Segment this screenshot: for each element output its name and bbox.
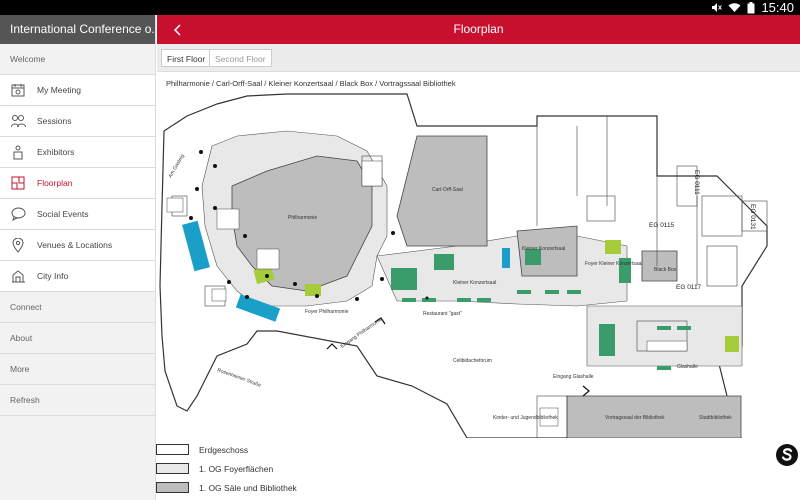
exhibitor-icon	[10, 144, 26, 160]
tab-second-floor[interactable]: Second Floor	[209, 49, 272, 67]
floorplan-map[interactable]: Philharmonie Carl-Orff-Saal Kleiner Konz…	[157, 86, 800, 438]
legend-swatch	[156, 444, 189, 455]
label-eg-0111: EG 0111	[693, 170, 700, 195]
label-foyer-phil: Foyer Philharmonie	[305, 309, 349, 315]
label-foyer-kleiner: Foyer Kleiner Konzertsaal	[585, 261, 643, 267]
wifi-icon	[728, 3, 741, 12]
label-kleiner-2: Kleiner Konzertsaal	[453, 280, 496, 286]
legend-swatch	[156, 463, 189, 474]
status-bar: 15:40	[0, 0, 800, 15]
sidebar-item-label: Floorplan	[37, 178, 73, 188]
sidebar-item-label: Social Events	[37, 209, 89, 219]
legend-item: 1. OG Foyerflächen	[156, 459, 297, 478]
sidebar-item-social-events[interactable]: Social Events	[0, 199, 155, 230]
back-button[interactable]	[167, 15, 187, 44]
label-black-box: Black Box	[654, 267, 677, 273]
label-eg-0115: EG 0115	[649, 222, 675, 229]
label-eg-0117: EG 0117	[676, 284, 702, 291]
label-kleiner: Kleiner Konzertsaal	[522, 246, 565, 252]
label-restaurant: Restaurant "gast"	[423, 311, 462, 317]
city-icon	[10, 268, 26, 284]
label-kinder: Kinder- und Jugendbibliothek	[493, 415, 558, 421]
label-celibidache: Celibidacheforum	[453, 358, 492, 364]
sidebar-item-label: City Info	[37, 271, 69, 281]
tab-first-floor[interactable]: First Floor	[161, 49, 212, 67]
sidebar-section-about[interactable]: About	[0, 323, 155, 354]
map-legend: Erdgeschoss 1. OG Foyerflächen 1. OG Säl…	[156, 440, 297, 497]
chat-bubble-icon	[10, 206, 26, 222]
sidebar-item-my-meeting[interactable]: My Meeting	[0, 75, 155, 106]
sidebar-item-label: My Meeting	[37, 85, 81, 95]
mute-icon	[712, 3, 723, 12]
location-pin-icon	[10, 237, 26, 253]
label-eingang-glashalle: Eingang Glashalle	[553, 374, 594, 380]
header-bar: Floorplan	[157, 15, 800, 44]
chevron-left-icon	[173, 23, 181, 36]
label-eg-0131: EG 0131	[749, 204, 756, 230]
sidebar-section-welcome[interactable]: Welcome	[0, 44, 155, 75]
clock: 15:40	[761, 0, 794, 15]
sidebar: International Conference o... Welcome My…	[0, 15, 156, 500]
people-icon	[10, 113, 26, 129]
sidebar-item-sessions[interactable]: Sessions	[0, 106, 155, 137]
legend-label: 1. OG Säle und Bibliothek	[199, 482, 297, 493]
legend-item: 1. OG Säle und Bibliothek	[156, 478, 297, 497]
legend-item: Erdgeschoss	[156, 440, 297, 459]
label-glashalle: Glashalle	[677, 364, 698, 370]
label-carl-orff: Carl-Orff-Saal	[432, 187, 463, 193]
sidebar-item-label: Sessions	[37, 116, 72, 126]
s-logo-icon	[776, 444, 798, 466]
sidebar-item-label: Exhibitors	[37, 147, 75, 157]
battery-icon	[747, 1, 755, 13]
black-box	[641, 250, 678, 282]
label-rosenheimer: Rosenheimer Straße	[216, 367, 262, 388]
legend-label: 1. OG Foyerflächen	[199, 463, 274, 474]
sidebar-section-more[interactable]: More	[0, 354, 155, 385]
label-philharmonie: Philharmonie	[288, 215, 317, 221]
floor-tabs: First Floor Second Floor	[157, 44, 800, 72]
sidebar-nav-group: My Meeting Sessions Exhibitors Floorplan…	[0, 75, 155, 292]
calendar-icon	[10, 82, 26, 98]
sidebar-item-city-info[interactable]: City Info	[0, 261, 155, 292]
sidebar-item-exhibitors[interactable]: Exhibitors	[0, 137, 155, 168]
page-title: Floorplan	[453, 22, 504, 36]
legend-swatch	[156, 482, 189, 493]
sidebar-item-venues[interactable]: Venues & Locations	[0, 230, 155, 261]
legend-label: Erdgeschoss	[199, 444, 249, 455]
app-title: International Conference o...	[0, 15, 155, 44]
sidebar-item-floorplan[interactable]: Floorplan	[0, 168, 155, 199]
floorplan-icon	[10, 175, 26, 191]
status-icons: 15:40	[711, 0, 794, 15]
entrance-arrow-phil	[326, 343, 338, 350]
sidebar-section-refresh[interactable]: Refresh	[0, 385, 155, 416]
sidebar-item-label: Venues & Locations	[37, 240, 113, 250]
sidebar-section-connect[interactable]: Connect	[0, 292, 155, 323]
label-vortragssaal: Vortragssaal der Bibliothek	[605, 415, 665, 421]
label-stadtbibliothek: Stadtbibliothek	[699, 415, 732, 421]
